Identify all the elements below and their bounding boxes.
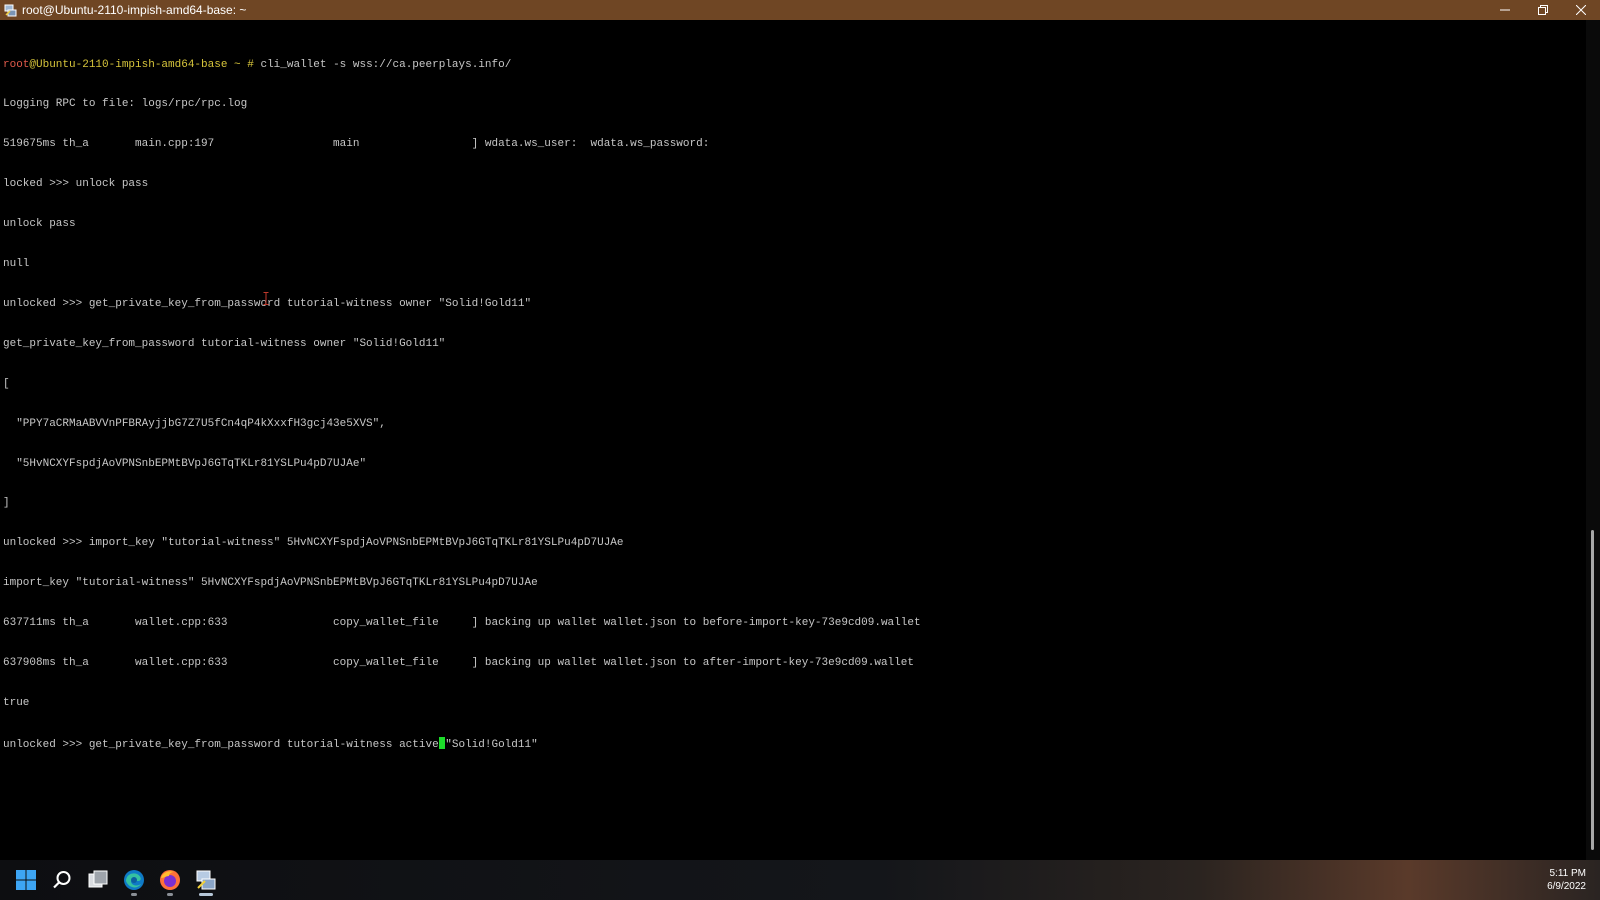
terminal-line: locked >>> unlock pass xyxy=(3,178,149,191)
terminal-line: import_key "tutorial-witness" 5HvNCXYFsp… xyxy=(3,577,538,590)
clock-date: 6/9/2022 xyxy=(1547,881,1586,892)
terminal-input-line[interactable]: unlocked >>> get_private_key_from_passwo… xyxy=(3,736,921,751)
start-icon[interactable] xyxy=(10,864,42,896)
input-before-cursor: unlocked >>> get_private_key_from_passwo… xyxy=(3,738,439,751)
taskbar: 5:11 PM 6/9/2022 xyxy=(0,860,1600,900)
terminal-prompt-line: root@Ubuntu-2110-impish-amd64-base ~ # c… xyxy=(3,59,921,72)
terminal-line: Logging RPC to file: logs/rpc/rpc.log xyxy=(3,98,248,111)
terminal-line: unlocked >>> import_key "tutorial-witnes… xyxy=(3,537,624,550)
terminal-output[interactable]: root@Ubuntu-2110-impish-amd64-base ~ # c… xyxy=(0,20,1586,860)
firefox-icon[interactable] xyxy=(154,864,186,896)
window-title-bar[interactable]: root@Ubuntu-2110-impish-amd64-base: ~ xyxy=(0,0,1600,20)
prompt-host: @Ubuntu-2110-impish-amd64-base xyxy=(29,58,228,71)
input-after-cursor: "Solid!Gold11" xyxy=(445,738,538,751)
restore-icon[interactable] xyxy=(1524,0,1562,20)
scrollbar-thumb[interactable] xyxy=(1591,530,1594,850)
putty-icon[interactable] xyxy=(3,3,17,17)
terminal-scrollbar[interactable] xyxy=(1586,20,1600,860)
close-icon[interactable] xyxy=(1562,0,1600,20)
edge-icon[interactable] xyxy=(118,864,150,896)
search-icon[interactable] xyxy=(46,864,78,896)
ibeam-cursor-icon xyxy=(263,292,269,305)
terminal-line: unlocked >>> get_private_key_from_passwo… xyxy=(3,297,532,310)
terminal-line: ] xyxy=(3,497,10,510)
prompt-command: cli_wallet -s wss://ca.peerplays.info/ xyxy=(260,58,512,71)
terminal-line: 519675ms th_a main.cpp:197 main ] wdata.… xyxy=(3,138,710,151)
terminal-line: "PPY7aCRMaABVVnPFBRAyjjbG7Z7U5fCn4qP4kXx… xyxy=(3,417,386,430)
terminal-line: "5HvNCXYFspdjAoVPNSnbEPMtBVpJ6GTqTKLr81Y… xyxy=(3,457,367,470)
clock-time: 5:11 PM xyxy=(1549,868,1587,879)
terminal-line: true xyxy=(3,696,30,709)
putty-icon[interactable] xyxy=(190,864,222,896)
terminal-line: 637908ms th_a wallet.cpp:633 copy_wallet… xyxy=(3,656,914,669)
terminal-line: 637711ms th_a wallet.cpp:633 copy_wallet… xyxy=(3,617,921,630)
prompt-suffix: ~ # xyxy=(227,58,261,71)
terminal-line: null xyxy=(3,258,30,271)
system-clock[interactable]: 5:11 PM 6/9/2022 xyxy=(1547,867,1586,893)
terminal-line: unlock pass xyxy=(3,218,76,231)
minimize-icon[interactable] xyxy=(1486,0,1524,20)
terminal-line: get_private_key_from_password tutorial-w… xyxy=(3,337,446,350)
terminal-line: [ xyxy=(3,377,10,390)
prompt-user: root xyxy=(3,58,30,71)
task-view-icon[interactable] xyxy=(82,864,114,896)
window-title: root@Ubuntu-2110-impish-amd64-base: ~ xyxy=(22,3,247,17)
